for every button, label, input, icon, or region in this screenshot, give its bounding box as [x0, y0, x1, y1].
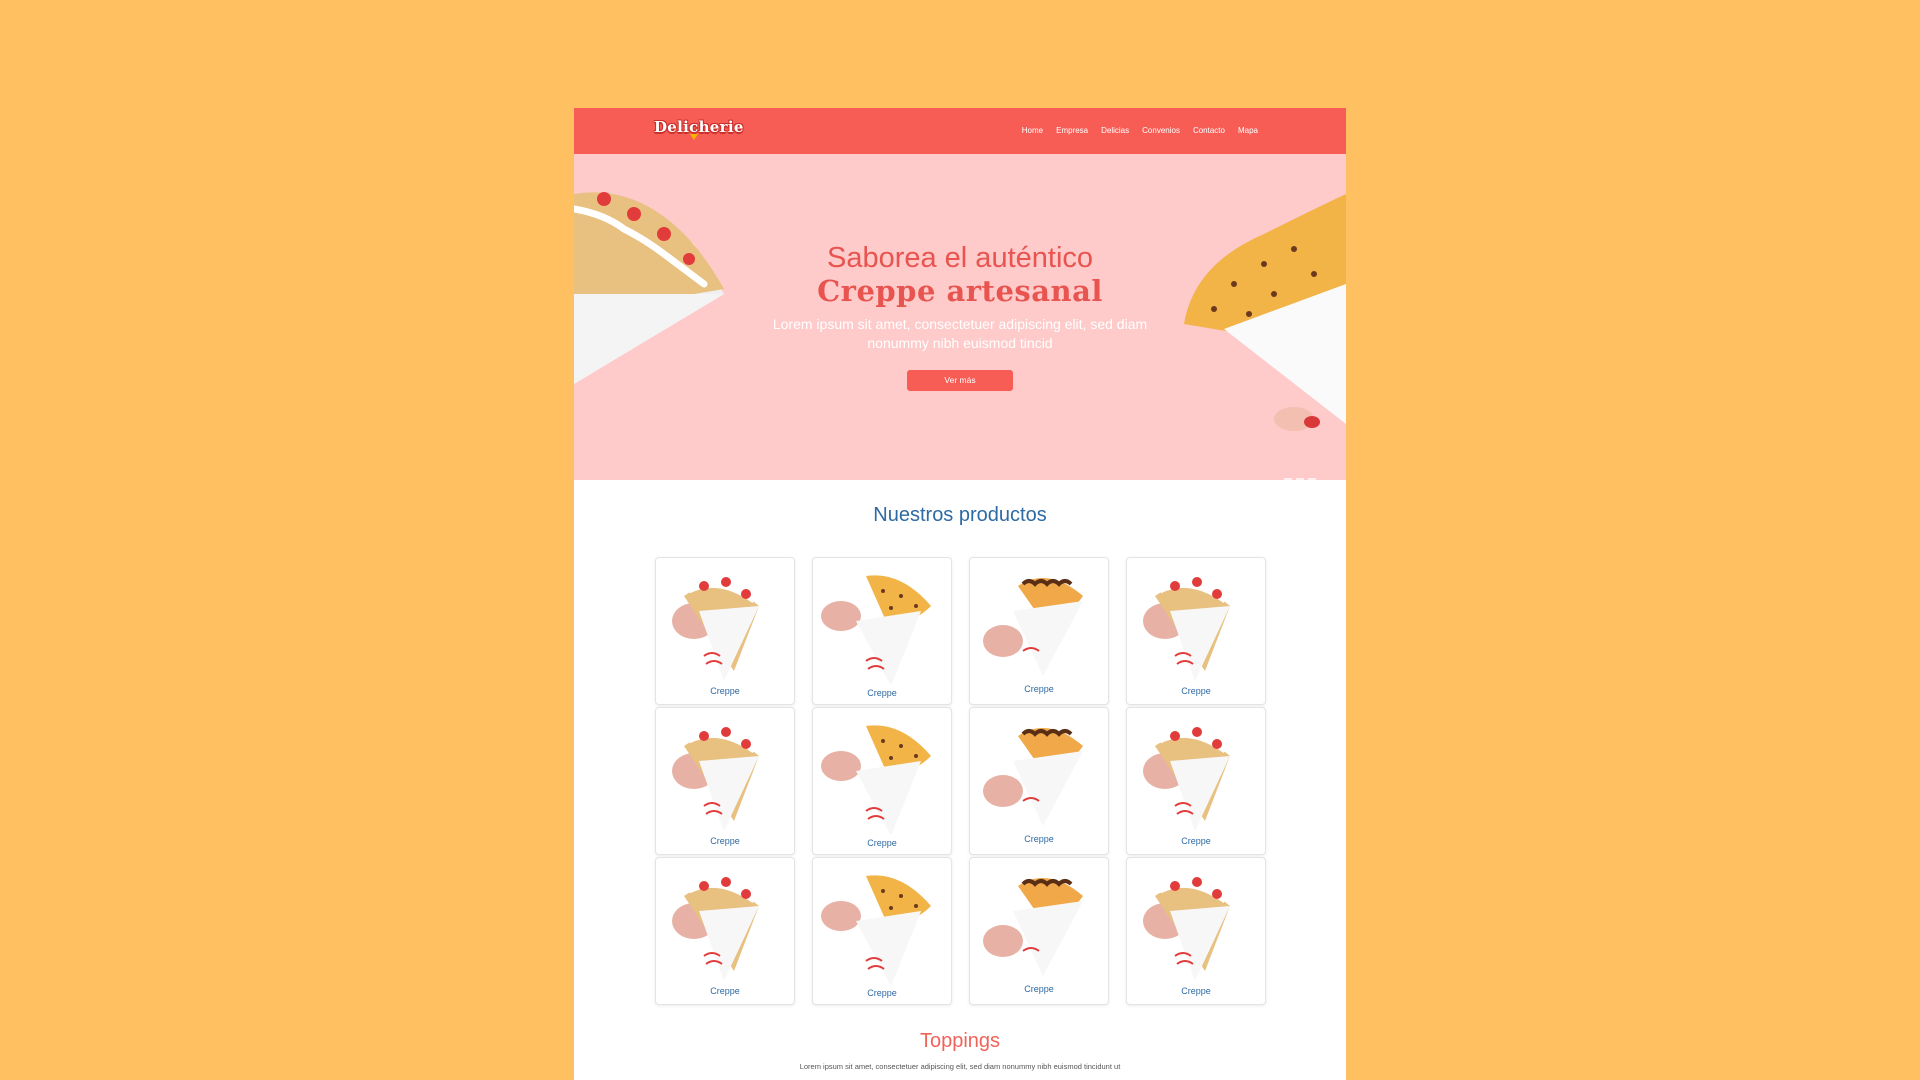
slider-dots[interactable]	[1284, 478, 1316, 480]
product-card[interactable]: Creppe	[1126, 557, 1266, 705]
product-card[interactable]: Creppe	[969, 857, 1109, 1005]
product-label: Creppe	[867, 988, 897, 998]
product-card[interactable]: Creppe	[655, 557, 795, 705]
products-title: Nuestros productos	[873, 504, 1047, 526]
ver-mas-button[interactable]: Ver más	[907, 370, 1013, 391]
crepe-image	[672, 877, 759, 981]
hero-banner: Saborea el auténtico Creppe artesanal Lo…	[574, 154, 1346, 480]
product-label: Creppe	[867, 838, 897, 848]
navbar: Delicherie Home Empresa Delicias Conveni…	[574, 108, 1346, 154]
toppings-title: Toppings	[919, 1030, 1001, 1052]
crepe-image	[983, 878, 1083, 976]
nav-menu: Home Empresa Delicias Convenios Contacto…	[1022, 126, 1258, 135]
hero-description: Lorem ipsum sit amet, consectetuer adipi…	[772, 316, 1148, 351]
crepe-image	[1143, 877, 1230, 981]
crepe-image	[821, 875, 931, 984]
crepe-image	[672, 577, 759, 681]
product-card[interactable]: Creppe	[812, 707, 952, 855]
product-label: Creppe	[1181, 686, 1211, 696]
product-grid: Creppe Creppe Creppe Creppe Creppe Crepp…	[655, 557, 1267, 1007]
nav-item-home[interactable]: Home	[1022, 126, 1043, 135]
nav-item-mapa[interactable]: Mapa	[1238, 126, 1258, 135]
product-label: Creppe	[1181, 836, 1211, 846]
product-label: Creppe	[1024, 984, 1054, 994]
nav-item-convenios[interactable]: Convenios	[1142, 126, 1180, 135]
product-label: Creppe	[710, 686, 740, 696]
website-mockup: Delicherie Home Empresa Delicias Conveni…	[574, 108, 1346, 1080]
chocochip-crepe-image	[1184, 194, 1346, 431]
crepe-image	[1143, 727, 1230, 831]
product-label: Creppe	[710, 836, 740, 846]
crepe-image	[821, 575, 931, 684]
crepe-image	[821, 725, 931, 834]
product-label: Creppe	[710, 986, 740, 996]
nav-item-contacto[interactable]: Contacto	[1193, 126, 1225, 135]
product-card[interactable]: Creppe	[655, 707, 795, 855]
slider-dot[interactable]	[1308, 478, 1316, 480]
product-card[interactable]: Creppe	[812, 557, 952, 705]
toppings-description: Lorem ipsum sit amet, consectetuer adipi…	[799, 1062, 1121, 1071]
slider-dot[interactable]	[1284, 478, 1292, 480]
hero-subtitle: Creppe artesanal	[817, 274, 1103, 308]
crepe-image	[672, 727, 759, 831]
crepe-image	[983, 728, 1083, 826]
hero-title: Saborea el auténtico	[826, 242, 1094, 274]
product-card[interactable]: Creppe	[812, 857, 952, 1005]
product-label: Creppe	[1181, 986, 1211, 996]
heart-icon	[690, 134, 698, 140]
product-card[interactable]: Creppe	[655, 857, 795, 1005]
product-label: Creppe	[1024, 684, 1054, 694]
product-card[interactable]: Creppe	[1126, 707, 1266, 855]
crepe-image	[1143, 577, 1230, 681]
nav-item-empresa[interactable]: Empresa	[1056, 126, 1088, 135]
product-card[interactable]: Creppe	[969, 557, 1109, 705]
product-card[interactable]: Creppe	[1126, 857, 1266, 1005]
slider-dot[interactable]	[1296, 478, 1304, 480]
brand-logo[interactable]: Delicherie	[654, 118, 744, 136]
crepe-image	[983, 578, 1083, 676]
product-label: Creppe	[867, 688, 897, 698]
product-card[interactable]: Creppe	[969, 707, 1109, 855]
product-label: Creppe	[1024, 834, 1054, 844]
nav-item-delicias[interactable]: Delicias	[1101, 126, 1129, 135]
